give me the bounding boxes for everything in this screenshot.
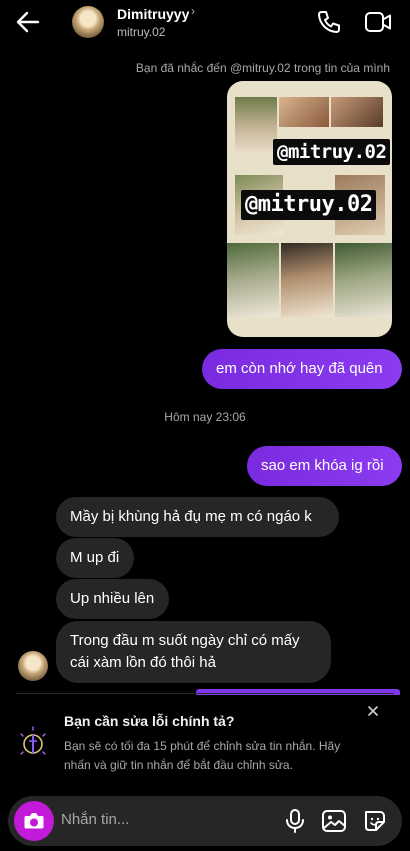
phone-icon[interactable] bbox=[316, 9, 342, 35]
story-photo bbox=[235, 97, 277, 155]
back-arrow-icon[interactable] bbox=[14, 8, 42, 36]
message-outgoing[interactable]: em còn nhớ hay đã quên bbox=[202, 349, 402, 389]
story-photo bbox=[331, 97, 383, 127]
microphone-icon[interactable] bbox=[284, 808, 306, 834]
timestamp: Hôm nay 23:06 bbox=[164, 410, 246, 424]
avatar[interactable] bbox=[72, 6, 104, 38]
camera-icon bbox=[24, 813, 44, 829]
story-photo bbox=[279, 97, 329, 127]
tip-title: Bạn cần sửa lỗi chính tả? bbox=[64, 713, 235, 729]
sticker-icon[interactable] bbox=[362, 809, 388, 833]
message-preview-edge bbox=[196, 689, 400, 695]
message-incoming[interactable]: M up đi bbox=[56, 538, 134, 578]
mention-sticker: @mitruy.02 bbox=[273, 139, 391, 165]
message-outgoing[interactable]: sao em khóa ig rồi bbox=[247, 446, 402, 486]
chat-header: Dimitruyyy › mitruy.02 bbox=[0, 0, 410, 46]
divider bbox=[16, 693, 394, 694]
avatar[interactable] bbox=[18, 651, 48, 681]
message-incoming[interactable]: Up nhiều lên bbox=[56, 579, 169, 619]
story-photo bbox=[281, 243, 333, 317]
mention-notice: Bạn đã nhắc đến @mitruy.02 trong tin của… bbox=[135, 61, 390, 75]
contact-username[interactable]: mitruy.02 bbox=[117, 25, 165, 39]
video-camera-icon[interactable] bbox=[364, 10, 392, 34]
message-incoming[interactable]: Mầy bị khùng hả đụ mẹ m có ngáo k bbox=[56, 497, 339, 537]
message-composer: Nhắn tin... bbox=[8, 796, 402, 846]
tip-body: Bạn sẽ có tối đa 15 phút để chỉnh sửa ti… bbox=[64, 739, 341, 772]
edit-sparkle-icon bbox=[20, 726, 46, 755]
shared-story-card[interactable]: @mitruy.02 @mitruy.02 bbox=[227, 81, 392, 337]
message-input[interactable]: Nhắn tin... bbox=[61, 811, 129, 828]
camera-button[interactable] bbox=[14, 801, 54, 841]
close-icon[interactable] bbox=[366, 704, 380, 718]
mention-sticker: @mitruy.02 bbox=[241, 190, 377, 220]
story-photo bbox=[335, 243, 392, 317]
contact-name[interactable]: Dimitruyyy bbox=[117, 6, 189, 22]
chevron-right-icon[interactable]: › bbox=[191, 4, 195, 18]
message-incoming[interactable]: Trong đầu m suốt ngày chỉ có mấy cái xàm… bbox=[56, 621, 331, 683]
story-photo bbox=[227, 243, 279, 317]
gallery-icon[interactable] bbox=[321, 809, 347, 833]
